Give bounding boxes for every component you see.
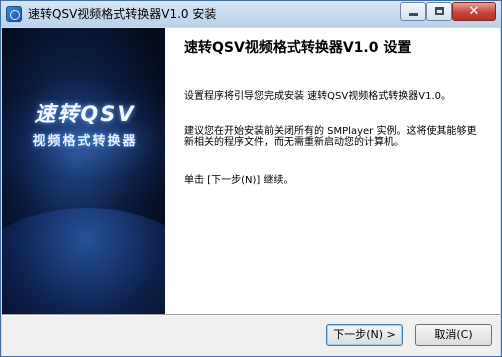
close-instances-text: 建议您在开始安装前关闭所有的 SMPlayer 实例。这将使其能够更新相关的程序…	[184, 126, 477, 148]
page-heading: 速转QSV视频格式转换器V1.0 设置	[184, 40, 412, 56]
installer-window: 速转QSV视频格式转换器V1.0 安装 ✕ 速转QSV 视频格式转换器 速转QS…	[0, 0, 502, 357]
app-icon	[6, 6, 22, 22]
intro-text: 设置程序将引导您完成安装 速转QSV视频格式转换器V1.0。	[184, 91, 451, 102]
minimize-icon	[409, 13, 418, 16]
continue-text: 单击 [下一步(N)] 继续。	[184, 175, 294, 186]
title-bar[interactable]: 速转QSV视频格式转换器V1.0 安装 ✕	[1, 1, 501, 27]
client-area: 速转QSV 视频格式转换器 速转QSV视频格式转换器V1.0 设置 设置程序将引…	[2, 28, 500, 356]
close-icon: ✕	[468, 4, 480, 19]
button-divider	[2, 314, 500, 316]
window-title: 速转QSV视频格式转换器V1.0 安装	[28, 7, 217, 21]
banner-globe	[2, 208, 165, 314]
banner-product-name: 速转QSV	[34, 102, 136, 126]
maximize-icon	[435, 7, 444, 15]
welcome-banner: 速转QSV 视频格式转换器	[2, 28, 165, 314]
close-button[interactable]: ✕	[452, 2, 496, 21]
next-button[interactable]: 下一步(N) >	[326, 324, 403, 346]
welcome-content: 速转QSV视频格式转换器V1.0 设置 设置程序将引导您完成安装 速转QSV视频…	[165, 28, 500, 314]
banner-product-subtitle: 视频格式转换器	[32, 134, 138, 149]
maximize-button[interactable]	[426, 2, 452, 21]
minimize-button[interactable]	[400, 2, 426, 21]
cancel-button[interactable]: 取消(C)	[415, 324, 492, 346]
